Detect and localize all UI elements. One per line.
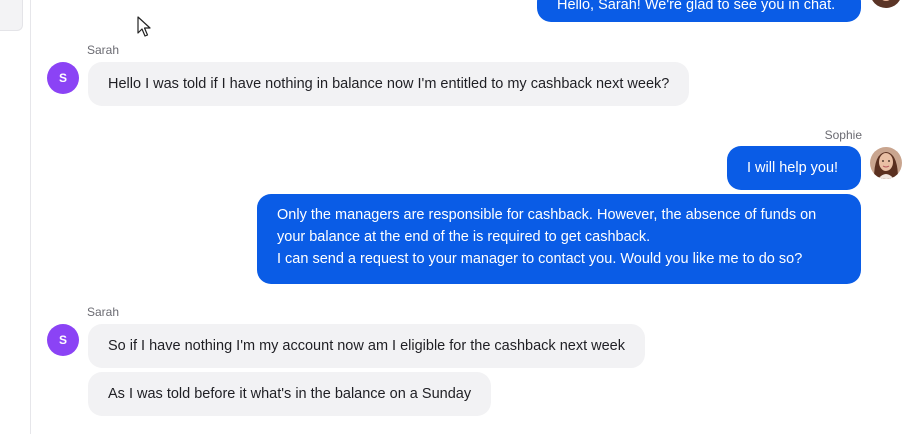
agent-message-bubble: Hello, Sarah! We're glad to see you in c… xyxy=(537,0,861,22)
panel-divider xyxy=(30,0,31,434)
agent-message-line: your balance at the end of the is requir… xyxy=(277,229,651,245)
agent-photo-icon xyxy=(870,0,902,8)
user-message-bubble: Hello I was told if I have nothing in ba… xyxy=(88,62,690,106)
user-message-bubble: As I was told before it what's in the ba… xyxy=(88,372,492,416)
agent-avatar xyxy=(870,0,902,8)
sender-name: Sarah xyxy=(87,305,120,319)
agent-message-line: I can send a request to your manager to … xyxy=(277,251,803,267)
user-avatar: S xyxy=(47,62,79,94)
user-message-text: As I was told before it what's in the ba… xyxy=(108,386,472,402)
user-message-text: Hello I was told if I have nothing in ba… xyxy=(108,76,670,92)
sender-name: Sophie xyxy=(824,128,862,142)
chat-window: Hello, Sarah! We're glad to see you in c… xyxy=(0,0,910,434)
user-message-text: So if I have nothing I'm my account now … xyxy=(108,338,625,354)
agent-message-bubble: Only the managers are responsible for ca… xyxy=(257,194,861,284)
user-avatar: S xyxy=(47,324,79,356)
sidebar-edge xyxy=(0,0,23,31)
agent-message-text: Hello, Sarah! We're glad to see you in c… xyxy=(557,0,836,13)
agent-message-bubble: I will help you! xyxy=(727,146,861,190)
mouse-pointer-icon xyxy=(137,16,151,37)
agent-message-line: Only the managers are responsible for ca… xyxy=(277,207,817,223)
sender-name: Sarah xyxy=(87,43,120,57)
user-message-bubble: So if I have nothing I'm my account now … xyxy=(88,324,645,368)
agent-photo-icon xyxy=(870,147,902,179)
agent-message-text: I will help you! xyxy=(747,160,839,176)
agent-avatar xyxy=(870,147,902,179)
